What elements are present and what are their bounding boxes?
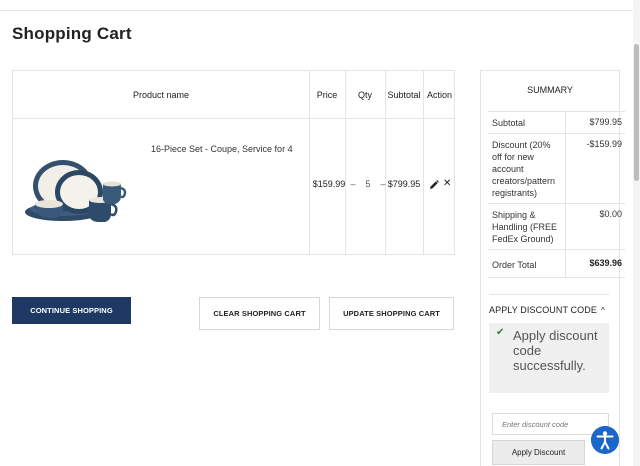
quantity-stepper: – 5 – [346, 179, 390, 189]
summary-row-discount: Discount (20% off for new account creato… [488, 134, 625, 204]
cart-table: Product name Price Qty Subtotal Action 1… [12, 70, 455, 255]
quantity-input[interactable]: 5 [365, 179, 370, 189]
summary-value: $799.95 [589, 117, 622, 127]
discount-toggle-label: APPLY DISCOUNT CODE [489, 305, 597, 315]
continue-shopping-button[interactable]: CONTINUE SHOPPING [12, 297, 131, 324]
column-header-product: Product name [132, 90, 190, 100]
success-text: Apply discount code successfully. [513, 328, 598, 373]
summary-label: Discount (20% off for new account creato… [488, 134, 566, 203]
discount-success-message: ✔ Apply discount code successfully. [489, 323, 609, 393]
page-title: Shopping Cart [12, 24, 132, 43]
discount-code-input[interactable] [492, 413, 609, 435]
qty-decrement-button[interactable]: – [350, 179, 355, 189]
close-icon[interactable]: ✕ [443, 178, 453, 190]
scrollbar[interactable] [633, 0, 640, 466]
item-price: $159.99 [312, 179, 346, 189]
apply-discount-toggle[interactable]: APPLY DISCOUNT CODE ^ [489, 294, 609, 315]
update-cart-button[interactable]: UPDATE SHOPPING CART [329, 297, 454, 330]
check-icon: ✔ [496, 327, 505, 338]
table-row: 16-Piece Set - Coupe, Service for 4 $159… [13, 120, 454, 255]
item-subtotal: $799.95 [387, 179, 421, 189]
apply-discount-button[interactable]: Apply Discount [492, 440, 585, 465]
column-header-price: Price [316, 90, 338, 100]
column-header-subtotal: Subtotal [387, 90, 421, 100]
summary-title: SUMMARY [527, 85, 573, 95]
header-divider [0, 10, 640, 11]
summary-label: Order Total [488, 250, 566, 277]
summary-row-subtotal: Subtotal $799.95 [488, 112, 625, 134]
summary-value: $0.00 [599, 209, 622, 219]
summary-value: -$159.99 [586, 139, 622, 149]
product-image[interactable] [23, 148, 127, 224]
clear-cart-button[interactable]: CLEAR SHOPPING CART [199, 297, 320, 330]
summary-row-shipping: Shipping & Handling (FREE FedEx Ground) … [488, 204, 625, 250]
chevron-up-icon: ^ [600, 306, 605, 315]
column-header-qty: Qty [357, 90, 372, 100]
scrollbar-thumb[interactable] [634, 44, 639, 181]
column-header-action: Action [426, 90, 452, 100]
accessibility-icon[interactable] [591, 426, 619, 454]
summary-row-order-total: Order Total $639.96 [488, 250, 625, 278]
summary-totals: Subtotal $799.95 Discount (20% off for n… [488, 111, 625, 278]
product-name[interactable]: 16-Piece Set - Coupe, Service for 4 [151, 144, 293, 154]
summary-label: Shipping & Handling (FREE FedEx Ground) [488, 204, 566, 249]
pencil-icon[interactable] [429, 180, 439, 190]
summary-label: Subtotal [488, 112, 566, 133]
summary-value: $639.96 [589, 258, 622, 268]
